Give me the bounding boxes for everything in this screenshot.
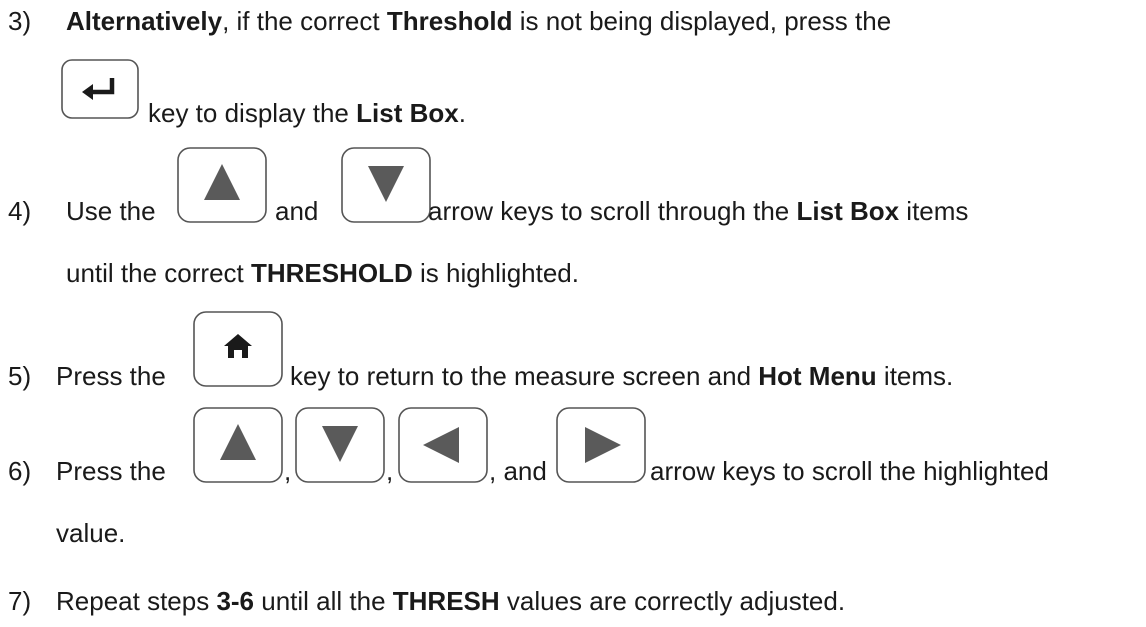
emphasis-text: Alternatively <box>66 6 223 36</box>
step-4-text-a: Use the <box>66 196 156 226</box>
step-6-text-b: , and <box>489 456 547 486</box>
step-text: . <box>458 98 466 128</box>
step-text: arrow keys to scroll through the <box>428 196 797 226</box>
step-number: 6) <box>8 456 32 486</box>
emphasis-text: List Box <box>356 98 459 128</box>
step-6-line-2: value. <box>56 518 126 548</box>
step-text: key to display the <box>148 98 357 128</box>
step-4-text-c: arrow keys to scroll through the List Bo… <box>428 196 968 226</box>
step-5-text-b: key to return to the measure screen and … <box>290 361 953 391</box>
step-text: , if the correct <box>222 6 387 36</box>
comma-separator: , <box>386 456 394 486</box>
step-text: is not being displayed, press the <box>512 6 892 36</box>
step-text: items. <box>876 361 954 391</box>
step-number: 4) <box>8 196 32 226</box>
emphasis-text: Threshold <box>386 6 513 36</box>
step-number: 5) <box>8 361 32 391</box>
enter-key-icon <box>60 58 140 120</box>
emphasis-text: THRESH <box>392 586 500 616</box>
down-arrow-key-icon <box>294 406 386 484</box>
up-arrow-key-icon <box>176 146 268 224</box>
step-text: is highlighted. <box>412 258 579 288</box>
step-3-line-2: key to display the List Box. <box>148 98 466 128</box>
step-number: 7) <box>8 586 32 616</box>
step-4-text-b: and <box>275 196 319 226</box>
up-arrow-key-icon <box>192 406 284 484</box>
emphasis-text: THRESHOLD <box>250 258 413 288</box>
step-text: key to return to the measure screen and <box>290 361 759 391</box>
comma-separator: , <box>284 456 292 486</box>
emphasis-text: 3-6 <box>216 586 255 616</box>
step-6-text-a: Press the <box>56 456 166 486</box>
right-arrow-key-icon <box>555 406 647 484</box>
step-text: items <box>899 196 969 226</box>
step-text: Repeat steps <box>56 586 217 616</box>
step-text: until the correct <box>66 258 251 288</box>
emphasis-text: Hot Menu <box>758 361 877 391</box>
step-4-line-2: until the correct THRESHOLD is highlight… <box>66 258 579 288</box>
emphasis-text: List Box <box>796 196 900 226</box>
step-text: until all the <box>254 586 393 616</box>
step-3-line-1: Alternatively, if the correct Threshold … <box>66 6 891 36</box>
step-text: values are correctly adjusted. <box>499 586 846 616</box>
down-arrow-key-icon <box>340 146 432 224</box>
step-5-text-a: Press the <box>56 361 166 391</box>
step-6-text-c: arrow keys to scroll the highlighted <box>650 456 1049 486</box>
step-number: 3) <box>8 6 32 36</box>
step-7-line-1: Repeat steps 3-6 until all the THRESH va… <box>56 586 845 616</box>
left-arrow-key-icon <box>397 406 489 484</box>
home-key-icon <box>192 310 284 388</box>
